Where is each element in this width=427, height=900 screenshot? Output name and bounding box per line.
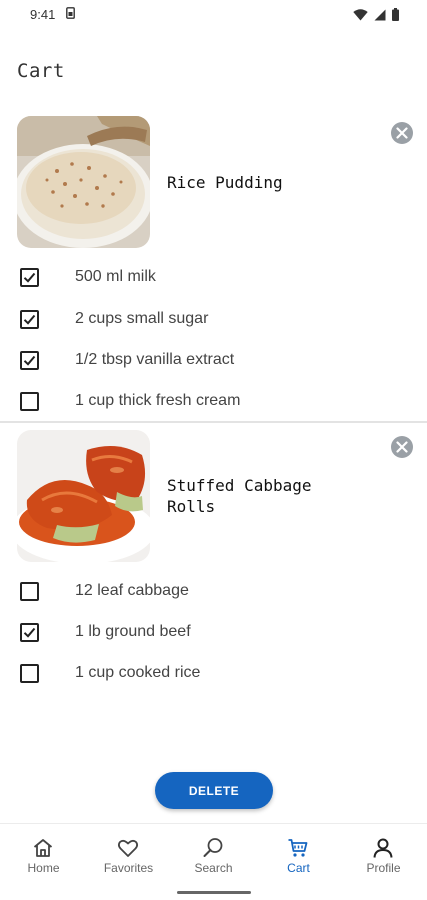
bottom-nav: Home Favorites Search Cart Profile (0, 823, 427, 900)
ingredient-label: 2 cups small sugar (75, 310, 209, 327)
search-icon (203, 838, 223, 857)
checkmark-icon (23, 272, 36, 283)
nav-item-profile[interactable]: Profile (341, 824, 426, 884)
nav-label-cart: Cart (287, 861, 310, 875)
nav-item-home[interactable]: Home (1, 824, 86, 884)
checkmark-icon (23, 355, 36, 366)
remove-item-button[interactable] (391, 122, 413, 144)
recipe-title: Rice Pudding (167, 173, 283, 192)
wifi-icon (353, 8, 368, 26)
nav-item-search[interactable]: Search (171, 824, 256, 884)
ingredient-item[interactable]: 1/2 tbsp vanilla extract (0, 346, 427, 376)
ingredient-label: 1/2 tbsp vanilla extract (75, 351, 235, 368)
home-icon (33, 839, 53, 857)
signal-icon (374, 8, 386, 26)
stuffed-cabbage-rolls-photo (17, 430, 150, 562)
ingredient-item[interactable]: 1 lb ground beef (0, 618, 427, 648)
status-icons (353, 8, 399, 26)
status-time: 9:41 (30, 7, 56, 22)
ingredient-label: 12 leaf cabbage (75, 582, 189, 599)
nav-label-favorites: Favorites (103, 861, 154, 875)
heart-icon (117, 839, 139, 857)
ingredient-checkbox[interactable] (20, 582, 39, 601)
status-bar: 9:41 (0, 0, 427, 30)
ingredient-label: 1 lb ground beef (75, 623, 191, 640)
ingredient-item[interactable]: 12 leaf cabbage (0, 577, 427, 607)
cart-icon (288, 839, 308, 857)
home-indicator[interactable] (177, 891, 251, 894)
ingredient-label: 1 cup cooked rice (75, 664, 201, 681)
checkmark-icon (23, 314, 36, 325)
ingredient-checkbox[interactable] (20, 310, 39, 329)
battery-icon (392, 8, 399, 26)
person-icon (373, 838, 393, 858)
ingredient-checkbox[interactable] (20, 664, 39, 683)
ingredient-item[interactable]: 2 cups small sugar (0, 305, 427, 335)
nav-item-cart[interactable]: Cart (256, 824, 341, 884)
nav-label-home: Home (27, 861, 60, 875)
delete-button[interactable]: DELETE (155, 772, 273, 809)
ingredient-checkbox[interactable] (20, 623, 39, 642)
page-title: Cart (17, 60, 65, 82)
ingredient-label: 500 ml milk (75, 268, 156, 285)
ingredient-item[interactable]: 500 ml milk (0, 263, 427, 293)
remove-item-button[interactable] (391, 436, 413, 458)
ingredient-label: 1 cup thick fresh cream (75, 392, 241, 409)
rice-pudding-photo (17, 116, 150, 248)
close-circle-icon (396, 441, 408, 453)
ingredient-item[interactable]: 1 cup thick fresh cream (0, 387, 427, 417)
close-circle-icon (396, 127, 408, 139)
nav-label-search: Search (194, 861, 233, 875)
ingredient-item[interactable]: 1 cup cooked rice (0, 659, 427, 689)
nav-item-favorites[interactable]: Favorites (86, 824, 171, 884)
ingredient-checkbox[interactable] (20, 268, 39, 287)
checkmark-icon (23, 627, 36, 638)
divider (0, 421, 427, 423)
ingredient-checkbox[interactable] (20, 351, 39, 370)
recipe-title: Stuffed Cabbage Rolls (167, 476, 312, 516)
nav-label-profile: Profile (366, 861, 401, 875)
sim-icon (66, 7, 75, 22)
ingredient-checkbox[interactable] (20, 392, 39, 411)
